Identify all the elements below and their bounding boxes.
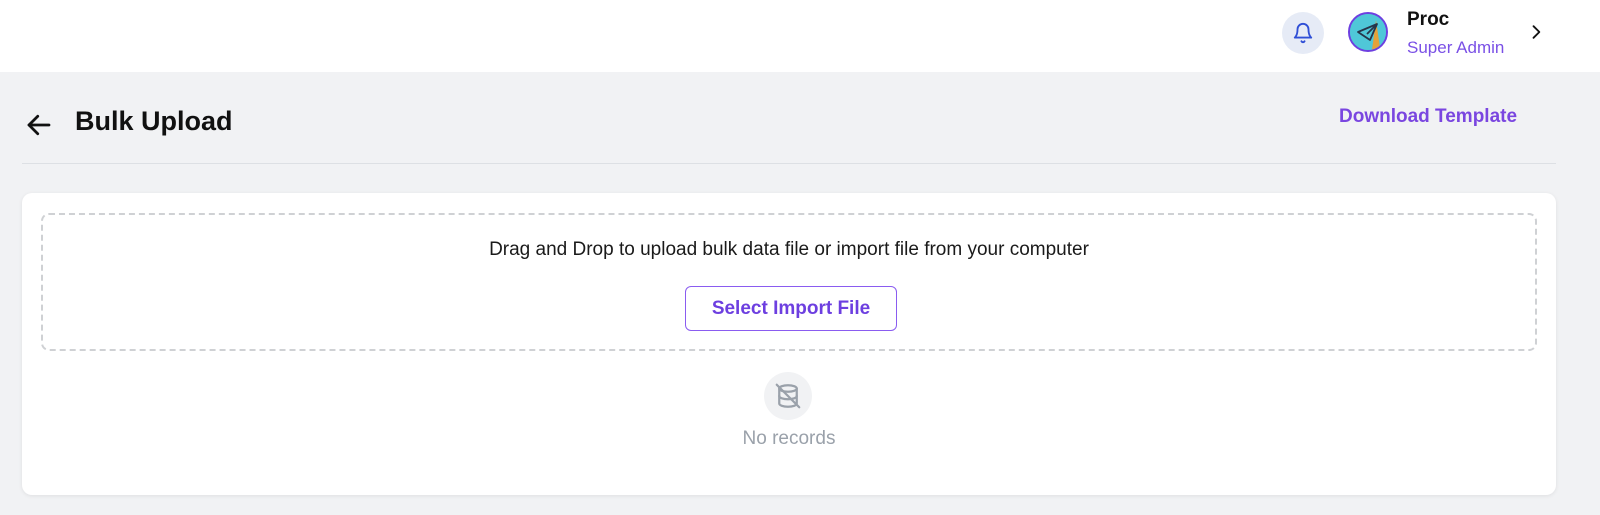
page-title: Bulk Upload — [75, 106, 233, 136]
back-button[interactable] — [24, 110, 54, 140]
download-template-link[interactable]: Download Template — [1339, 106, 1517, 128]
select-import-file-button[interactable]: Select Import File — [685, 286, 897, 331]
header-divider — [22, 163, 1556, 164]
bell-icon — [1293, 23, 1313, 44]
user-role: Super Admin — [1407, 38, 1505, 57]
paper-plane-icon — [1350, 14, 1386, 50]
file-dropzone[interactable]: Drag and Drop to upload bulk data file o… — [41, 213, 1537, 351]
avatar[interactable] — [1348, 12, 1388, 52]
notifications-button[interactable] — [1282, 12, 1324, 54]
chevron-right-icon — [1532, 25, 1541, 39]
database-off-icon — [775, 383, 801, 409]
no-records-text: No records — [742, 428, 836, 449]
user-name: Proc — [1407, 9, 1450, 30]
arrow-left-icon — [27, 114, 51, 136]
user-menu-button[interactable] — [1526, 22, 1546, 42]
upload-card: Drag and Drop to upload bulk data file o… — [22, 193, 1556, 495]
top-bar: Proc Super Admin — [0, 0, 1600, 72]
dropzone-instructions: Drag and Drop to upload bulk data file o… — [489, 239, 1089, 260]
no-records-icon-wrapper — [764, 372, 812, 420]
